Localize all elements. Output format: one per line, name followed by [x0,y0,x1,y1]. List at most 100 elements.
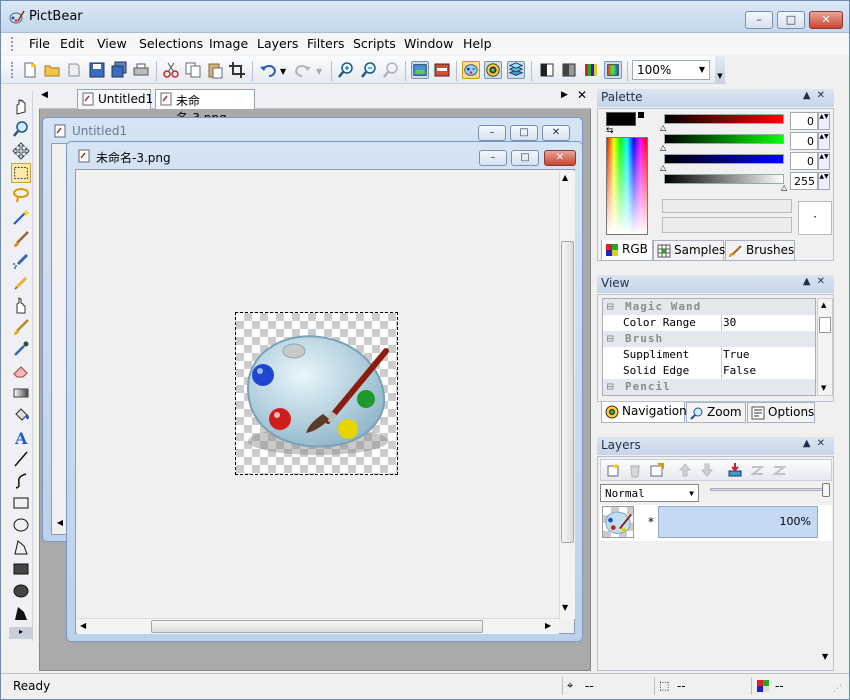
menu-window[interactable]: Window [404,36,453,51]
panel-pin-close-icons[interactable]: ▲✕ [803,276,831,287]
menu-help[interactable]: Help [463,36,492,51]
menu-edit[interactable]: Edit [60,36,84,51]
copy-icon[interactable] [184,61,202,79]
brush-tool-icon[interactable] [11,229,31,249]
move-layer-down-icon[interactable] [699,462,715,478]
collapse-icon[interactable]: ⊟ [607,380,615,393]
scroll-thumb[interactable] [151,620,483,633]
blue-spinner[interactable]: ▲▼ [818,152,830,170]
filled-polygon-tool-icon[interactable] [11,603,31,623]
zoom-out-icon[interactable] [360,61,378,79]
save-all-icon[interactable] [110,61,128,79]
blue-slider[interactable] [664,154,784,164]
property-row[interactable]: Color Range 30 [603,315,815,331]
maximize-button[interactable]: □ [777,11,805,29]
merge-visible-icon[interactable] [749,462,765,478]
property-value[interactable]: 30 [723,316,736,329]
zoom-select[interactable]: 100% ▼ [632,60,710,80]
rectangle-tool-icon[interactable] [11,493,31,513]
resize-grip-icon[interactable]: ⋰ [833,684,842,694]
swap-colors-icon[interactable]: ⇆ [606,126,614,136]
horizontal-scrollbar[interactable]: ◀ ▶ [77,618,559,634]
red-spinner[interactable]: ▲▼ [818,112,830,130]
redo-icon[interactable] [294,61,312,79]
layers-panel-header[interactable]: Layers ▲✕ [597,437,834,455]
pencil-tool-icon[interactable] [11,273,31,293]
full-color-icon[interactable] [604,61,622,79]
property-group-magic-wand[interactable]: ⊟ Magic Wand [603,299,815,315]
minimize-button[interactable]: – [745,11,773,29]
property-value[interactable]: False [723,364,756,377]
minimize-button[interactable]: – [479,150,507,166]
tab-untitled1[interactable]: Untitled1 [77,89,153,109]
scroll-left-arrow-icon[interactable]: ◀ [53,518,67,532]
property-value[interactable]: True [723,348,750,361]
zoom-tool-icon[interactable] [11,119,31,139]
menu-grip[interactable] [11,37,14,51]
property-grid-scrollbar[interactable]: ▲ ▼ [817,298,833,396]
menu-file[interactable]: File [29,36,50,51]
color-history-strip[interactable] [662,199,792,213]
scroll-up-arrow-icon[interactable]: ▲ [562,173,568,182]
color-bars-icon[interactable] [582,61,600,79]
maximize-button[interactable]: □ [510,125,538,141]
menu-filters[interactable]: Filters [307,36,344,51]
opacity-slider-thumb[interactable] [822,483,830,497]
scroll-thumb[interactable] [819,317,831,333]
toolbar-grip[interactable] [11,62,14,78]
maximize-button[interactable]: □ [511,150,539,166]
tab-zoom[interactable]: Zoom [686,402,746,423]
tool-palette-expand-button[interactable]: ▸ [9,627,33,639]
open-folder-icon[interactable] [43,61,61,79]
zoom-in-icon[interactable] [337,61,355,79]
layers-window-icon[interactable] [507,61,525,79]
green-slider[interactable] [664,134,784,144]
reopen-icon[interactable] [65,61,83,79]
foreground-color-swatch[interactable] [606,112,636,126]
blue-value-field[interactable]: 0 [790,152,818,170]
toolbar-overflow-button[interactable]: ▼ [715,56,725,84]
green-spinner[interactable]: ▲▼ [818,132,830,150]
scroll-up-arrow-icon[interactable]: ▲ [821,301,826,309]
new-file-icon[interactable] [21,61,39,79]
redo-dropdown-icon[interactable]: ▼ [316,67,322,76]
alpha-slider[interactable] [664,174,784,184]
tab-document-3[interactable]: 未命名-3.png [155,89,255,125]
rect-select-tool-icon[interactable] [11,163,31,183]
close-button[interactable]: ✕ [542,125,570,141]
eraser-tool-icon[interactable] [11,361,31,381]
undo-dropdown-icon[interactable]: ▼ [280,67,286,76]
scroll-down-arrow-icon[interactable]: ▼ [562,603,568,612]
green-value-field[interactable]: 0 [790,132,818,150]
scroll-down-arrow-icon[interactable]: ▼ [822,652,828,661]
stamp-brush-tool-icon[interactable] [11,317,31,337]
show-layer-icon[interactable] [433,61,451,79]
view-panel-header[interactable]: View ▲✕ [597,275,834,293]
tab-rgb[interactable]: RGB [601,240,653,261]
filled-ellipse-tool-icon[interactable] [11,581,31,601]
scroll-left-arrow-icon[interactable]: ◀ [80,621,86,630]
airbrush-tool-icon[interactable] [11,251,31,271]
paste-icon[interactable] [206,61,224,79]
save-icon[interactable] [88,61,106,79]
collapse-icon[interactable]: ⊟ [607,332,615,345]
image-canvas[interactable] [235,312,398,475]
eyedropper-tool-icon[interactable] [11,339,31,359]
slider-marker-icon[interactable]: △ [660,123,666,132]
magic-wand-tool-icon[interactable] [11,207,31,227]
tab-close-icon[interactable]: ✕ [577,88,587,102]
menu-scripts[interactable]: Scripts [353,36,396,51]
scroll-down-arrow-icon[interactable]: ▼ [821,384,826,392]
zoom-actual-icon[interactable] [382,61,400,79]
property-group-brush[interactable]: ⊟ Brush [603,331,815,347]
menu-view[interactable]: View [97,36,127,51]
property-row[interactable]: Solid Edge False [603,363,815,379]
vertical-scrollbar[interactable]: ▲ ▼ [559,171,575,619]
layers-scrollbar[interactable]: ▼ [819,562,833,670]
alpha-spinner[interactable]: ▲▼ [818,172,830,190]
bw-toggle-icon[interactable] [538,61,556,79]
ellipse-tool-icon[interactable] [11,515,31,535]
palette-panel-header[interactable]: Palette ▲✕ [597,89,834,107]
fill-bucket-tool-icon[interactable] [11,405,31,425]
panel-pin-close-icons[interactable]: ▲✕ [803,90,831,101]
